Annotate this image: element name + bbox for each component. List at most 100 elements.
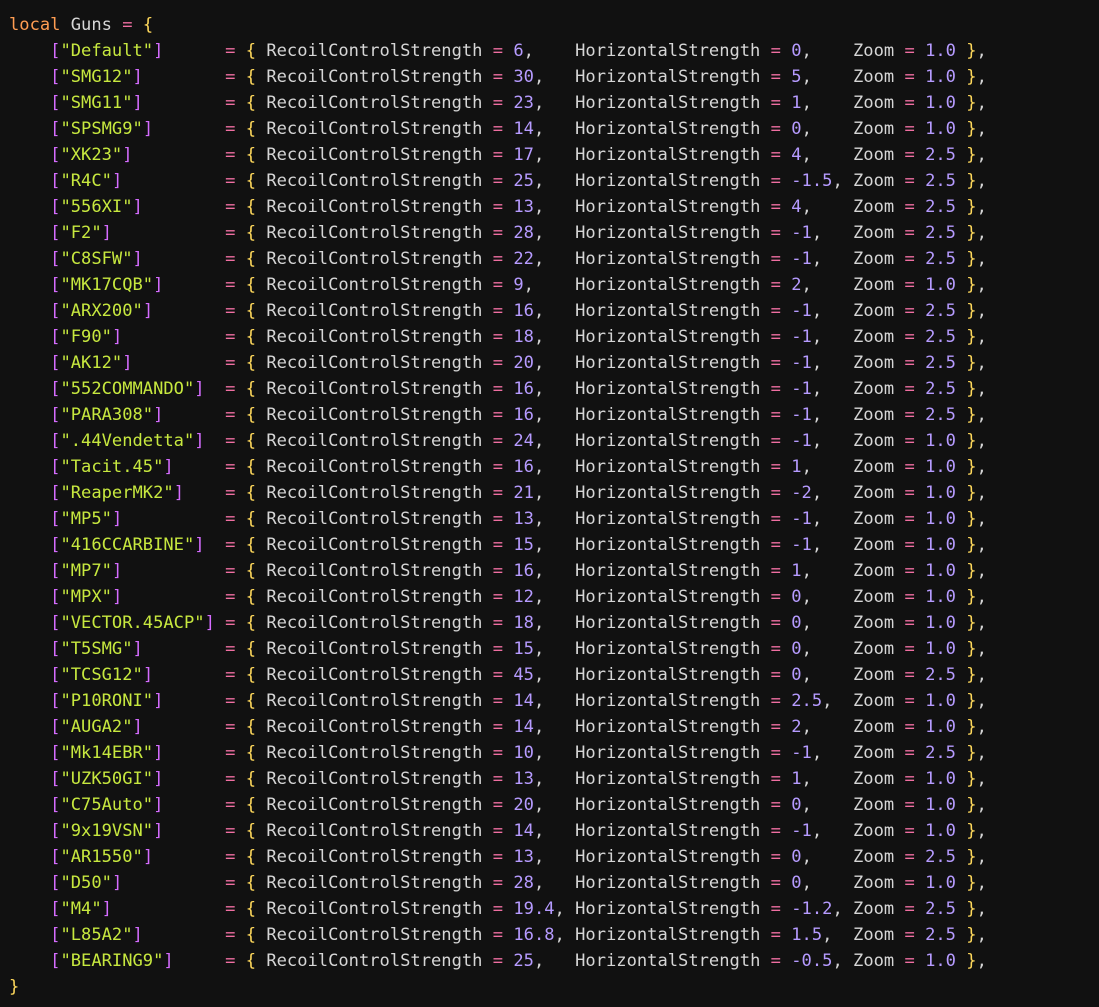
zoom-value: 2.5 <box>925 249 956 269</box>
entry-open-brace: { <box>245 769 257 789</box>
entry-assign-operator: = <box>225 691 236 711</box>
gun-name-string: "ARX200" <box>60 301 143 321</box>
zoom-field-name: Zoom <box>853 431 895 451</box>
horizontal-assign-operator: = <box>770 405 781 425</box>
entry-assign-operator: = <box>225 41 236 61</box>
comma: , <box>533 145 545 165</box>
code-line-entry: ["R4C"] = { RecoilControlStrength = 25, … <box>9 168 1099 194</box>
code-line-entry: [".44Vendetta"] = { RecoilControlStrengt… <box>9 428 1099 454</box>
entry-open-brace: { <box>245 93 257 113</box>
horizontal-value: 0 <box>791 847 802 867</box>
gun-name-string: "9x19VSN" <box>60 821 154 841</box>
key-open-bracket: [ <box>50 275 61 295</box>
comma: , <box>832 899 843 919</box>
zoom-assign-operator: = <box>904 249 915 269</box>
entry-assign-operator: = <box>225 327 236 347</box>
horizontal-assign-operator: = <box>770 951 781 971</box>
gun-name-string: "Tacit.45" <box>60 457 164 477</box>
recoil-assign-operator: = <box>492 691 504 711</box>
recoil-field-name: RecoilControlStrength <box>266 509 483 529</box>
recoil-value: 16 <box>513 405 534 425</box>
recoil-value: 23 <box>513 93 534 113</box>
code-line-entry: ["AR1550"] = { RecoilControlStrength = 1… <box>9 844 1099 870</box>
entry-assign-operator: = <box>225 145 236 165</box>
key-open-bracket: [ <box>50 613 61 633</box>
zoom-value: 1.0 <box>925 717 956 737</box>
horizontal-field-name: HorizontalStrength <box>575 613 761 633</box>
code-line-entry: ["Default"] = { RecoilControlStrength = … <box>9 38 1099 64</box>
recoil-value: 20 <box>513 795 534 815</box>
zoom-assign-operator: = <box>904 327 915 347</box>
zoom-assign-operator: = <box>904 795 915 815</box>
horizontal-value: -1 <box>791 327 812 347</box>
entry-assign-operator: = <box>225 821 236 841</box>
zoom-value: 1.0 <box>925 613 956 633</box>
comma: , <box>976 717 987 737</box>
zoom-field-name: Zoom <box>853 483 895 503</box>
zoom-assign-operator: = <box>904 535 915 555</box>
zoom-assign-operator: = <box>904 587 915 607</box>
entry-close-brace: } <box>966 847 977 867</box>
zoom-value: 2.5 <box>925 171 956 191</box>
comma: , <box>801 41 812 61</box>
recoil-value: 16.8 <box>513 925 555 945</box>
entry-close-brace: } <box>966 899 977 919</box>
comma: , <box>801 587 812 607</box>
entry-open-brace: { <box>245 665 257 685</box>
zoom-value: 1.0 <box>925 67 956 87</box>
key-open-bracket: [ <box>50 145 61 165</box>
entry-assign-operator: = <box>225 171 236 191</box>
gun-name-string: "AK12" <box>60 353 123 373</box>
entry-open-brace: { <box>245 197 257 217</box>
code-editor[interactable]: local Guns = { ["Default"] = { RecoilCon… <box>0 0 1099 1000</box>
code-line-entry: ["AUGA2"] = { RecoilControlStrength = 14… <box>9 714 1099 740</box>
gun-name-string: "MP7" <box>60 561 112 581</box>
recoil-assign-operator: = <box>492 561 504 581</box>
horizontal-value: 0 <box>791 613 802 633</box>
comma: , <box>533 665 545 685</box>
horizontal-value: -1 <box>791 353 812 373</box>
zoom-field-name: Zoom <box>853 821 895 841</box>
gun-name-string: "L85A2" <box>60 925 133 945</box>
entry-close-brace: } <box>966 353 977 373</box>
entry-assign-operator: = <box>225 119 236 139</box>
key-close-bracket: ] <box>111 327 123 347</box>
entry-open-brace: { <box>245 951 257 971</box>
zoom-value: 2.5 <box>925 405 956 425</box>
key-close-bracket: ] <box>153 41 164 61</box>
zoom-value: 1.0 <box>925 119 956 139</box>
entry-close-brace: } <box>966 639 977 659</box>
entry-open-brace: { <box>245 691 257 711</box>
zoom-field-name: Zoom <box>853 535 895 555</box>
gun-name-string: "C8SFW" <box>60 249 133 269</box>
entry-open-brace: { <box>245 249 257 269</box>
horizontal-value: 0 <box>791 795 802 815</box>
comma: , <box>801 197 812 217</box>
horizontal-field-name: HorizontalStrength <box>575 795 761 815</box>
comma: , <box>976 93 987 113</box>
comma: , <box>976 561 987 581</box>
recoil-field-name: RecoilControlStrength <box>266 613 483 633</box>
entry-close-brace: } <box>966 691 977 711</box>
horizontal-value: 0 <box>791 587 802 607</box>
recoil-assign-operator: = <box>492 41 504 61</box>
recoil-assign-operator: = <box>492 769 504 789</box>
key-open-bracket: [ <box>50 899 61 919</box>
recoil-assign-operator: = <box>492 67 504 87</box>
horizontal-value: 0 <box>791 119 802 139</box>
entry-open-brace: { <box>245 301 257 321</box>
comma: , <box>533 67 545 87</box>
key-open-bracket: [ <box>50 197 61 217</box>
zoom-field-name: Zoom <box>853 119 895 139</box>
entry-close-brace: } <box>966 431 977 451</box>
key-close-bracket: ] <box>142 665 154 685</box>
entry-open-brace: { <box>245 587 257 607</box>
comma: , <box>533 405 545 425</box>
entry-open-brace: { <box>245 67 257 87</box>
gun-name-string: "F90" <box>60 327 112 347</box>
entry-open-brace: { <box>245 275 257 295</box>
key-close-bracket: ] <box>153 405 164 425</box>
key-close-bracket: ] <box>153 769 164 789</box>
horizontal-field-name: HorizontalStrength <box>575 561 761 581</box>
comma: , <box>533 795 545 815</box>
